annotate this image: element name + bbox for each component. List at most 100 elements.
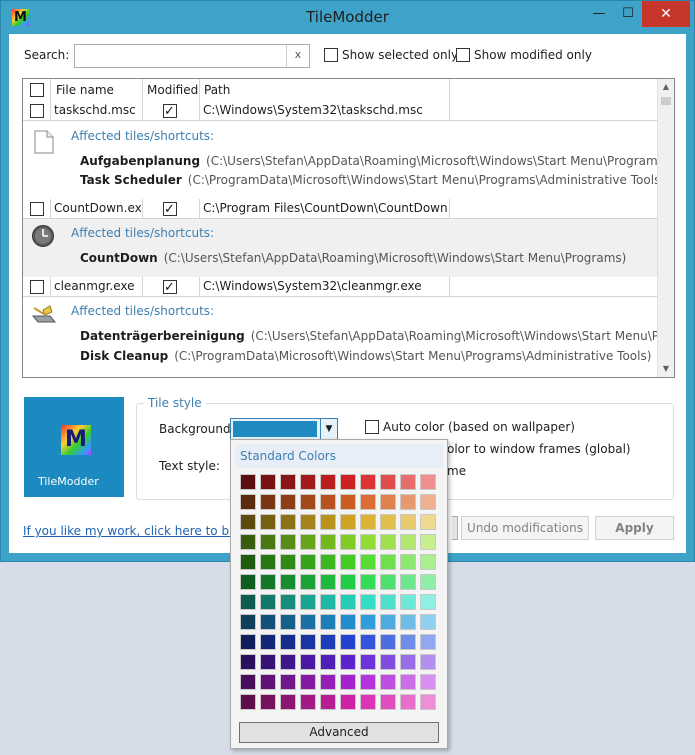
column-header-file-name[interactable]: File name — [56, 83, 114, 97]
color-swatch[interactable] — [380, 474, 396, 490]
color-swatch[interactable] — [400, 674, 416, 690]
shortcut-entry[interactable]: Aufgabenplanung (C:\Users\Stefan\AppData\… — [80, 154, 669, 168]
show-modified-checkbox[interactable] — [456, 48, 470, 62]
color-swatch[interactable] — [400, 514, 416, 530]
shortcut-entry[interactable]: Datenträgerbereinigung (C:\Users\Stefan\A… — [80, 329, 674, 343]
color-swatch[interactable] — [260, 674, 276, 690]
color-swatch[interactable] — [400, 494, 416, 510]
color-swatch[interactable] — [340, 534, 356, 550]
color-swatch[interactable] — [340, 494, 356, 510]
color-swatch[interactable] — [260, 574, 276, 590]
modified-checkbox[interactable] — [163, 278, 177, 296]
color-swatch[interactable] — [380, 534, 396, 550]
color-swatch[interactable] — [400, 534, 416, 550]
color-swatch[interactable] — [340, 694, 356, 710]
color-swatch[interactable] — [280, 554, 296, 570]
file-grid[interactable]: File name Modified Path taskschd.msc C:\… — [22, 78, 675, 378]
color-swatch[interactable] — [340, 594, 356, 610]
shortcut-entry[interactable]: Task Scheduler (C:\ProgramData\Microsoft\… — [80, 173, 665, 187]
show-selected-label[interactable]: Show selected only — [342, 48, 458, 62]
column-header-modified[interactable]: Modified — [147, 83, 198, 97]
color-swatch[interactable] — [320, 554, 336, 570]
color-swatch[interactable] — [360, 494, 376, 510]
color-swatch[interactable] — [360, 474, 376, 490]
partial-button[interactable] — [452, 516, 458, 540]
color-swatch[interactable] — [320, 514, 336, 530]
color-swatch[interactable] — [300, 534, 316, 550]
color-swatch[interactable] — [400, 474, 416, 490]
color-swatch[interactable] — [320, 674, 336, 690]
maximize-button[interactable]: ☐ — [613, 1, 643, 27]
select-all-checkbox[interactable] — [30, 83, 44, 97]
color-swatch[interactable] — [420, 494, 436, 510]
color-swatch[interactable] — [280, 634, 296, 650]
color-swatch[interactable] — [360, 674, 376, 690]
color-swatch[interactable] — [240, 574, 256, 590]
color-swatch[interactable] — [320, 494, 336, 510]
color-swatch[interactable] — [280, 514, 296, 530]
color-swatch[interactable] — [340, 634, 356, 650]
color-swatch[interactable] — [300, 614, 316, 630]
color-swatch[interactable] — [240, 674, 256, 690]
advanced-button[interactable]: Advanced — [239, 722, 439, 743]
color-swatch[interactable] — [420, 514, 436, 530]
apply-button[interactable]: Apply — [595, 516, 674, 540]
color-swatch[interactable] — [420, 554, 436, 570]
undo-modifications-button[interactable]: Undo modifications — [461, 516, 589, 540]
color-swatch[interactable] — [340, 614, 356, 630]
color-swatch[interactable] — [280, 614, 296, 630]
modified-checkbox[interactable] — [163, 102, 177, 120]
color-swatch[interactable] — [320, 694, 336, 710]
color-swatch[interactable] — [300, 694, 316, 710]
row-select-checkbox[interactable] — [30, 280, 44, 294]
third-option-label[interactable]: me — [447, 464, 466, 478]
color-swatch[interactable] — [320, 634, 336, 650]
scroll-thumb[interactable] — [661, 97, 671, 105]
color-swatch[interactable] — [400, 594, 416, 610]
color-swatch[interactable] — [260, 654, 276, 670]
column-header-path[interactable]: Path — [204, 83, 230, 97]
color-swatch[interactable] — [380, 674, 396, 690]
color-swatch[interactable] — [260, 514, 276, 530]
color-swatch[interactable] — [320, 474, 336, 490]
color-swatch[interactable] — [240, 494, 256, 510]
auto-color-label[interactable]: Auto color (based on wallpaper) — [383, 420, 575, 434]
color-swatch[interactable] — [380, 654, 396, 670]
color-swatch[interactable] — [320, 574, 336, 590]
color-swatch[interactable] — [240, 614, 256, 630]
color-swatch[interactable] — [240, 694, 256, 710]
title-bar[interactable]: M TileModder — ☐ ✕ — [1, 1, 694, 34]
color-swatch[interactable] — [420, 654, 436, 670]
color-swatch[interactable] — [400, 694, 416, 710]
color-swatch[interactable] — [340, 474, 356, 490]
show-modified-label[interactable]: Show modified only — [474, 48, 592, 62]
color-swatch[interactable] — [420, 474, 436, 490]
color-swatch[interactable] — [380, 634, 396, 650]
color-swatch[interactable] — [260, 474, 276, 490]
color-swatch[interactable] — [340, 574, 356, 590]
color-swatch[interactable] — [300, 494, 316, 510]
color-swatch[interactable] — [420, 574, 436, 590]
color-swatch[interactable] — [400, 634, 416, 650]
color-swatch[interactable] — [400, 654, 416, 670]
minimize-button[interactable]: — — [584, 1, 614, 27]
color-swatch[interactable] — [280, 534, 296, 550]
color-swatch[interactable] — [340, 554, 356, 570]
color-swatch[interactable] — [400, 554, 416, 570]
window-frames-label[interactable]: olor to window frames (global) — [447, 442, 631, 456]
color-swatch[interactable] — [400, 614, 416, 630]
color-swatch[interactable] — [340, 674, 356, 690]
color-swatch[interactable] — [300, 474, 316, 490]
color-swatch[interactable] — [360, 634, 376, 650]
table-row[interactable]: taskschd.msc C:\Windows\System32\tasksch… — [23, 101, 658, 121]
color-swatch[interactable] — [300, 574, 316, 590]
search-input[interactable]: x — [74, 44, 310, 68]
color-swatch[interactable] — [260, 534, 276, 550]
color-swatch[interactable] — [240, 634, 256, 650]
color-swatch[interactable] — [300, 634, 316, 650]
color-swatch[interactable] — [300, 514, 316, 530]
color-swatch[interactable] — [240, 534, 256, 550]
color-swatch[interactable] — [260, 554, 276, 570]
color-swatch[interactable] — [260, 614, 276, 630]
auto-color-checkbox[interactable] — [365, 420, 379, 434]
